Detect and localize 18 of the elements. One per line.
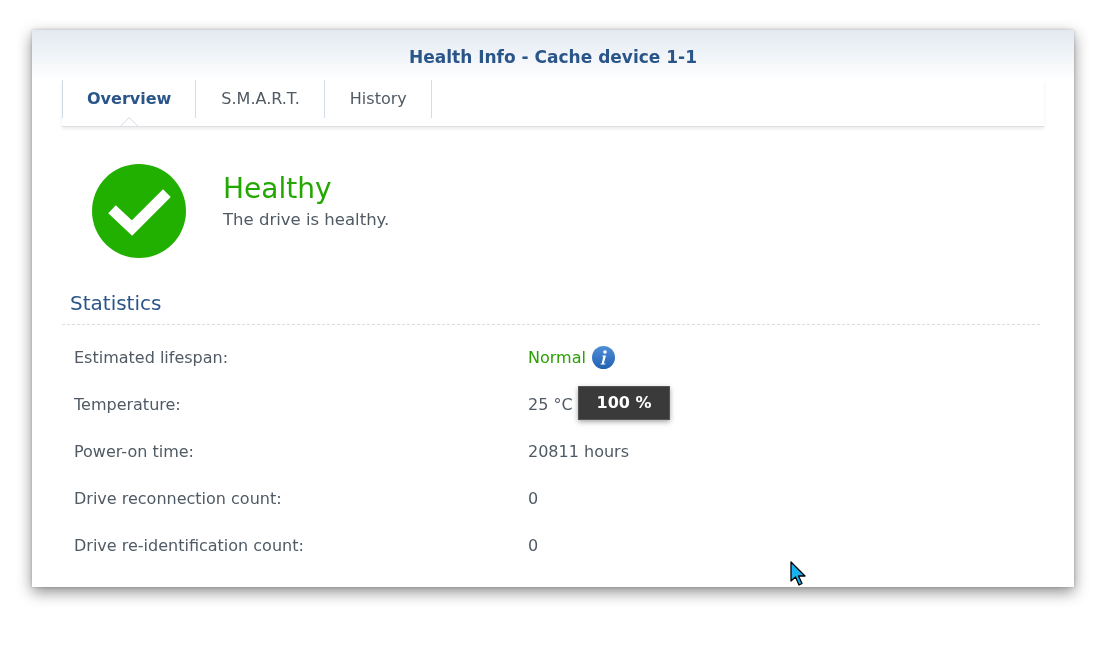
health-status: Healthy: [223, 172, 333, 206]
stat-value: 20811 hours: [528, 440, 629, 463]
stat-label: Power-on time:: [74, 440, 195, 463]
check-circle-icon: [92, 164, 186, 258]
stat-label: Drive reconnection count:: [74, 487, 283, 510]
health-description: The drive is healthy.: [223, 209, 390, 231]
stat-value: 0: [528, 534, 539, 557]
cursor-icon: [790, 561, 807, 586]
stat-label: Temperature:: [74, 393, 182, 416]
section-heading: Statistics: [62, 290, 1040, 325]
stat-label: Drive re-identification count:: [74, 534, 305, 557]
tooltip: 100 %: [578, 386, 670, 420]
stat-value: 25 °C: [528, 393, 573, 416]
window-title: Health Info - Cache device 1-1: [409, 46, 697, 69]
status-value: Normal: [528, 346, 586, 369]
stat-value: 0: [528, 487, 539, 510]
stat-label: Estimated lifespan:: [74, 346, 230, 369]
info-icon[interactable]: [591, 346, 615, 369]
